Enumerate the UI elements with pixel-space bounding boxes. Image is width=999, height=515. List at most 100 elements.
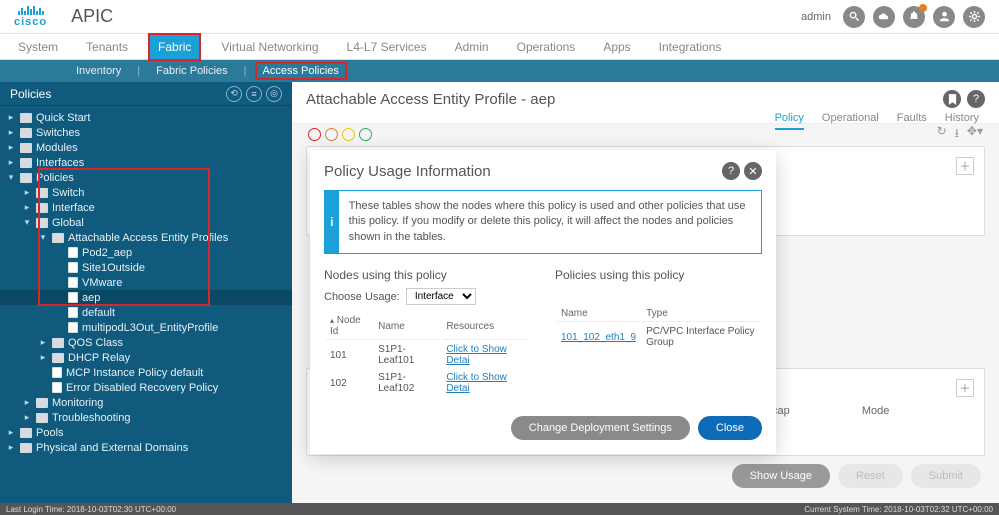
add-property-button[interactable]: ＋ — [956, 157, 974, 175]
cloud-icon[interactable] — [873, 6, 895, 28]
tree-item[interactable]: ▸Modules — [0, 140, 292, 155]
doc-icon — [52, 367, 62, 378]
tree-item[interactable]: ▸QOS Class — [0, 335, 292, 350]
col-node-id[interactable]: ▴ Node Id — [326, 313, 372, 340]
bookmark-icon[interactable] — [943, 90, 961, 108]
col-resources[interactable]: Resources — [442, 313, 529, 340]
fault-minor-icon[interactable] — [342, 128, 355, 141]
main-nav: System Tenants Fabric Virtual Networking… — [0, 34, 999, 60]
tree-item[interactable]: ▸Monitoring — [0, 395, 292, 410]
chevron-right-icon[interactable]: ▸ — [22, 187, 32, 198]
fault-critical-icon[interactable] — [308, 128, 321, 141]
person-icon[interactable] — [933, 6, 955, 28]
chevron-down-icon[interactable]: ▾ — [22, 217, 32, 228]
chevron-right-icon[interactable]: ▸ — [6, 142, 16, 153]
col-pol-type[interactable]: Type — [642, 306, 760, 322]
close-button[interactable]: Close — [698, 416, 762, 440]
chevron-right-icon[interactable]: ▸ — [38, 337, 48, 348]
tree-item[interactable]: ▾Attachable Access Entity Profiles — [0, 230, 292, 245]
modal-help-icon[interactable]: ? — [722, 162, 740, 180]
nav-l4-l7[interactable]: L4-L7 Services — [339, 35, 435, 59]
tree-item[interactable]: multipodL3Out_EntityProfile — [0, 320, 292, 335]
col-node-name[interactable]: Name — [374, 313, 440, 340]
show-usage-button[interactable]: Show Usage — [732, 464, 830, 488]
tree-item[interactable]: VMware — [0, 275, 292, 290]
choose-usage-select[interactable]: Interface — [406, 288, 476, 305]
nodes-heading: Nodes using this policy — [324, 268, 531, 282]
submit-button[interactable]: Submit — [911, 464, 981, 488]
folder-icon — [36, 218, 48, 228]
tree-item[interactable]: ▸Quick Start — [0, 110, 292, 125]
show-details-link[interactable]: Click to Show Detai — [442, 370, 529, 396]
chevron-right-icon[interactable]: ▸ — [22, 202, 32, 213]
chevron-right-icon[interactable]: ▸ — [6, 427, 16, 438]
nav-virtual-networking[interactable]: Virtual Networking — [213, 35, 326, 59]
folder-icon — [52, 353, 64, 363]
policy-link[interactable]: 101_102_eth1_9 — [557, 324, 640, 350]
reset-button[interactable]: Reset — [838, 464, 903, 488]
tree-item[interactable]: aep — [0, 290, 292, 305]
chevron-right-icon[interactable]: ▸ — [6, 157, 16, 168]
change-deployment-button[interactable]: Change Deployment Settings — [511, 416, 690, 440]
chevron-down-icon[interactable]: ▾ — [6, 172, 16, 183]
tree-item[interactable]: ▾Global — [0, 215, 292, 230]
subnav-access-policies[interactable]: Access Policies — [255, 62, 347, 80]
chevron-down-icon[interactable]: ▾ — [38, 232, 48, 243]
subnav-fabric-policies[interactable]: Fabric Policies — [148, 62, 236, 80]
tree-item[interactable]: ▸Troubleshooting — [0, 410, 292, 425]
policies-column: Policies using this policy Name Type 101… — [555, 268, 762, 398]
nav-apps[interactable]: Apps — [595, 35, 638, 59]
tree-item[interactable]: ▸Interface — [0, 200, 292, 215]
tree-item[interactable]: ▾Policies — [0, 170, 292, 185]
tree-item[interactable]: ▸Switch — [0, 185, 292, 200]
col-pol-name[interactable]: Name — [557, 306, 640, 322]
sidebar-title: Policies — [10, 87, 51, 101]
chevron-right-icon[interactable]: ▸ — [22, 397, 32, 408]
tree-item[interactable]: ▸Pools — [0, 425, 292, 440]
chevron-right-icon[interactable]: ▸ — [6, 442, 16, 453]
fault-ok-icon[interactable] — [359, 128, 372, 141]
add-epg-button[interactable]: ＋ — [956, 379, 974, 397]
search-icon[interactable] — [843, 6, 865, 28]
show-details-link[interactable]: Click to Show Detai — [442, 342, 529, 368]
tools-icon[interactable]: ✥▾ — [967, 124, 983, 145]
tree-item[interactable]: Site1Outside — [0, 260, 292, 275]
tree-item[interactable]: ▸Interfaces — [0, 155, 292, 170]
tree-item[interactable]: Error Disabled Recovery Policy — [0, 380, 292, 395]
page-title: Attachable Access Entity Profile - aep — [306, 91, 555, 108]
close-icon[interactable]: ✕ — [744, 162, 762, 180]
action-bar: Show Usage Reset Submit — [306, 456, 985, 488]
tree-expand-icon[interactable]: ⟲ — [226, 86, 242, 102]
nav-tenants[interactable]: Tenants — [78, 35, 136, 59]
tree-item[interactable]: ▸DHCP Relay — [0, 350, 292, 365]
nav-system[interactable]: System — [10, 35, 66, 59]
chevron-right-icon[interactable]: ▸ — [38, 352, 48, 363]
nav-fabric[interactable]: Fabric — [148, 33, 201, 61]
nav-operations[interactable]: Operations — [509, 35, 584, 59]
tree-filter-icon[interactable]: ≡ — [246, 86, 262, 102]
chevron-right-icon[interactable]: ▸ — [6, 127, 16, 138]
fault-major-icon[interactable] — [325, 128, 338, 141]
topbar-right: admin — [801, 6, 985, 28]
user-label[interactable]: admin — [801, 11, 831, 23]
table-row: 102 S1P1-Leaf102 Click to Show Detai — [326, 370, 529, 396]
chevron-right-icon[interactable]: ▸ — [22, 412, 32, 423]
folder-icon — [36, 398, 48, 408]
tree-item[interactable]: ▸Physical and External Domains — [0, 440, 292, 455]
logo-text: cisco — [14, 17, 47, 28]
tree-lens-icon[interactable]: ◎ — [266, 86, 282, 102]
tree-item[interactable]: Pod2_aep — [0, 245, 292, 260]
tree-item[interactable]: MCP Instance Policy default — [0, 365, 292, 380]
gear-icon[interactable] — [963, 6, 985, 28]
chevron-right-icon[interactable]: ▸ — [6, 112, 16, 123]
help-icon[interactable]: ? — [967, 90, 985, 108]
refresh-icon[interactable]: ↻ — [937, 124, 947, 145]
tree-item[interactable]: ▸Switches — [0, 125, 292, 140]
tree-item-label: Error Disabled Recovery Policy — [66, 382, 218, 394]
subnav-inventory[interactable]: Inventory — [68, 62, 129, 80]
download-icon[interactable]: ⭳ — [955, 124, 959, 145]
alerts-icon[interactable] — [903, 6, 925, 28]
nav-admin[interactable]: Admin — [447, 35, 497, 59]
nav-integrations[interactable]: Integrations — [651, 35, 730, 59]
tree-item[interactable]: default — [0, 305, 292, 320]
